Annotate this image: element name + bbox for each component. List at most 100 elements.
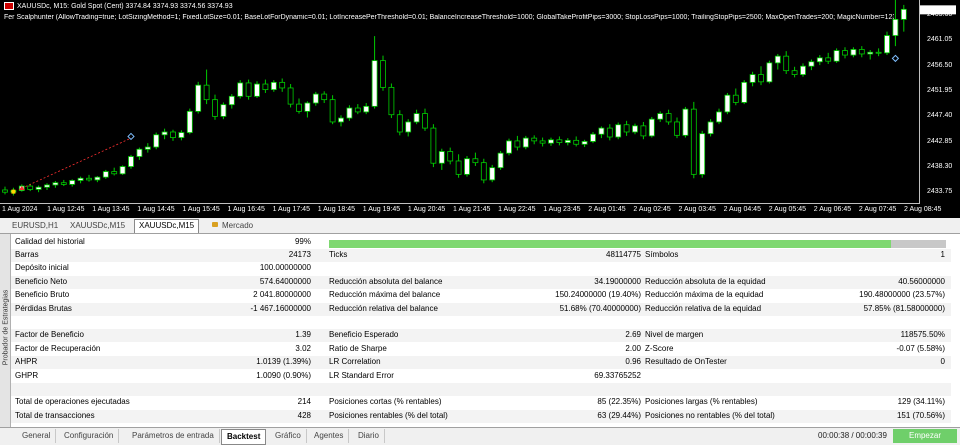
bear-candle — [640, 125, 647, 137]
metric-label: Posiciones cortas (% rentables) — [329, 397, 442, 407]
bear-candle — [573, 139, 580, 145]
metric-value: 1.39 — [295, 330, 311, 340]
report-row: Beneficio Neto 574.64000000 Reducción abso… — [11, 275, 951, 289]
bull-candle — [220, 104, 227, 117]
lock-icon — [212, 222, 218, 228]
metric-label: Reducción relativa del balance — [329, 303, 438, 313]
bull-candle — [270, 81, 277, 91]
time-label: 2 Aug 05:45 — [768, 206, 807, 213]
bull-candle — [707, 121, 714, 135]
candlestick-plot[interactable] — [0, 0, 960, 218]
tab-agentes[interactable]: Agentes — [309, 429, 350, 443]
time-label: 1 Aug 15:45 — [182, 206, 220, 213]
tab-eurusd-h1[interactable]: EURUSD,H1 — [8, 220, 62, 232]
bear-candle — [842, 50, 848, 56]
bear-candle — [732, 94, 739, 103]
bull-candle — [900, 8, 907, 20]
bull-candle — [153, 134, 160, 148]
report-row: Factor de Beneficio 1.39 Beneficio Esperad… — [11, 329, 951, 343]
bear-candle — [531, 137, 538, 142]
metric-label: Reducción absoluta del balance — [329, 276, 443, 286]
side-tab-label: Probador de Estrategias — [2, 289, 10, 366]
report-row: Barras 24173 Ticks 48114775 Símbolos 1 — [11, 249, 951, 262]
bear-candle — [329, 99, 336, 123]
bull-candle — [850, 49, 857, 56]
tab-market[interactable]: Mercado — [208, 220, 257, 232]
bear-candle — [170, 131, 176, 138]
bear-candle — [606, 127, 613, 138]
metric-value: 1 — [940, 250, 945, 259]
bull-candle — [522, 137, 529, 148]
bull-candle — [581, 141, 588, 145]
bull-candle — [800, 65, 806, 75]
price-label: 2456.50 — [927, 61, 953, 69]
trade-marker — [127, 132, 135, 141]
metric-value: 2.69 — [625, 330, 641, 340]
metric-value: 34.19000000 — [594, 276, 641, 286]
price-label: 2461.05 — [927, 36, 953, 44]
bear-candle — [388, 86, 395, 116]
bull-candle — [363, 105, 370, 113]
bear-candle — [447, 151, 454, 162]
bull-candle — [816, 57, 823, 63]
bull-candle — [867, 51, 874, 55]
metric-label: Factor de Beneficio — [15, 330, 84, 340]
flag-icon — [4, 2, 14, 10]
bull-candle — [77, 177, 84, 181]
bull-candle — [161, 131, 168, 136]
bear-candle — [455, 160, 462, 175]
metric-label: Factor de Recuperación — [15, 343, 101, 353]
bear-candle — [396, 114, 403, 133]
metric-label: Depósito inicial — [15, 263, 69, 273]
metric-value: 24173 — [288, 250, 311, 259]
bear-candle — [875, 51, 882, 54]
bull-candle — [136, 148, 143, 157]
tab-diario[interactable]: Diario — [353, 429, 385, 443]
time-label: 1 Aug 20:45 — [407, 206, 446, 213]
tab-xauusdc-m15-active[interactable]: XAUUSDc,M15 — [134, 219, 200, 233]
trade-link-line — [21, 137, 132, 189]
report-row: Factor de Recuperación 3.02 Ratio de Sharp… — [11, 343, 951, 356]
time-label: 1 Aug 22:45 — [498, 206, 536, 213]
tab-configuracion[interactable]: Configuración — [59, 429, 120, 443]
strategy-tester-side-tab[interactable]: Probador de Estrategias — [0, 234, 11, 427]
bear-candle — [60, 182, 67, 185]
bull-candle — [228, 95, 235, 106]
bull-candle — [94, 176, 101, 181]
price-label: 2447.40 — [927, 112, 953, 120]
metric-label: Posiciones largas (% rentables) — [645, 397, 758, 407]
tab-general[interactable]: General — [17, 429, 57, 443]
tab-xauusdc-m15-first[interactable]: XAUUSDc,M15 — [66, 220, 129, 232]
bull-candle — [254, 83, 260, 97]
start-button[interactable]: Empezar — [893, 429, 957, 443]
metric-label: Beneficio Bruto — [15, 290, 70, 300]
bear-candle — [354, 107, 361, 113]
metric-label: AHPR — [15, 357, 38, 367]
bull-candle — [657, 113, 664, 120]
metric-value: 150.24000000 (19.40%) — [555, 290, 641, 300]
tab-grafico[interactable]: Gráfico — [270, 429, 307, 443]
elapsed-timer: 00:00:38 / 00:00:39 — [818, 431, 887, 440]
bear-candle — [111, 171, 118, 175]
metric-label: Barras — [15, 250, 39, 259]
report-row: Pérdidas Brutas -1 467.16000000 Reducción … — [11, 302, 951, 316]
metric-value: 85 (22.35%) — [597, 397, 641, 407]
price-chart[interactable]: XAUUSDc, M15: Gold Spot (Cent) 3374.84 3… — [0, 0, 960, 218]
metric-label: Reducción máxima del balance — [329, 290, 441, 300]
time-label: 2 Aug 02:45 — [633, 206, 671, 213]
tab-parametros[interactable]: Parámetros de entrada — [127, 429, 220, 443]
metric-value: 63 (29.44%) — [597, 410, 641, 420]
bull-candle — [598, 127, 605, 135]
tester-tabs: General Configuración Parámetros de entrad… — [0, 427, 960, 445]
metric-label: Resultado de OnTester — [645, 357, 727, 367]
metric-value: 40.56000000 — [898, 276, 945, 286]
bear-candle — [430, 127, 437, 164]
tab-backtest[interactable]: Backtest — [221, 429, 267, 445]
bull-candle — [128, 156, 134, 167]
chart-title-text: XAUUSDc, M15: Gold Spot (Cent) 3374.84 3… — [17, 2, 233, 10]
metric-value: -0.07 (5.58%) — [896, 343, 945, 353]
bull-candle — [741, 81, 748, 103]
bear-candle — [245, 82, 252, 97]
bull-candle — [405, 121, 412, 133]
bear-candle — [858, 49, 865, 55]
